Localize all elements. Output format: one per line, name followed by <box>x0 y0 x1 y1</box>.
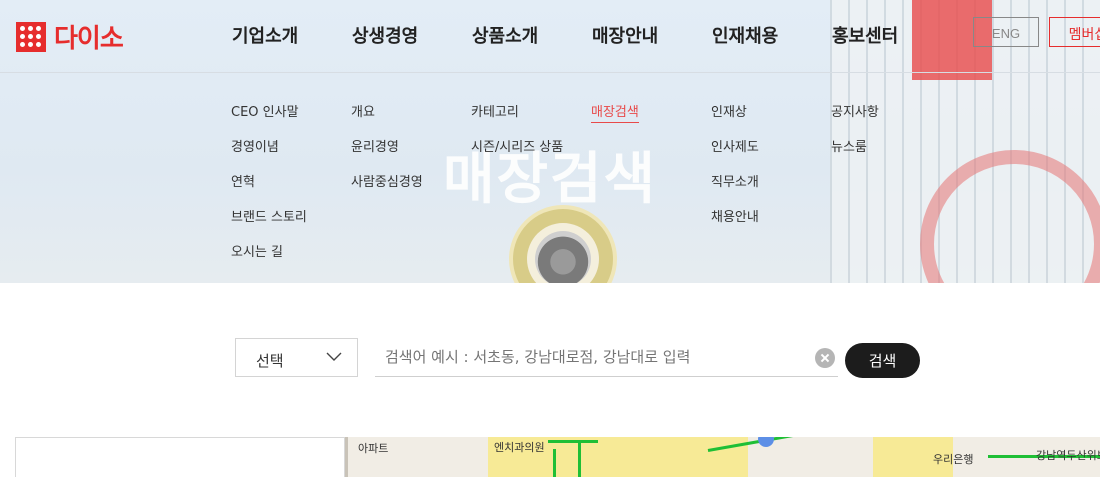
search-input[interactable] <box>375 338 838 377</box>
map-label: 엔치과의원 <box>494 441 545 454</box>
search-button[interactable]: 검색 <box>845 343 920 378</box>
membership-button[interactable]: 멤버십 <box>1049 17 1100 47</box>
submenu-item-active[interactable]: 매장검색 <box>591 101 639 123</box>
nav-item-careers[interactable]: 인재채용 <box>712 22 778 48</box>
submenu-item[interactable]: 공지사항 <box>831 101 879 120</box>
submenu-item[interactable]: 채용안내 <box>711 206 759 225</box>
submenu-item[interactable]: 직무소개 <box>711 171 759 190</box>
submenu-item[interactable]: 오시는 길 <box>231 241 283 260</box>
submenu-item[interactable]: CEO 인사말 <box>231 101 299 120</box>
site-header: 다이소 기업소개 상생경영 상품소개 매장안내 인재채용 홍보센터 ENG 멤버… <box>0 0 1100 73</box>
submenu-item[interactable]: 시즌/시리즈 상품 <box>471 136 563 155</box>
nav-item-products[interactable]: 상품소개 <box>472 22 538 48</box>
clear-icon[interactable] <box>815 348 835 368</box>
submenu-item[interactable]: 개요 <box>351 101 375 120</box>
logo-text: 다이소 <box>54 24 124 54</box>
store-list-panel <box>15 437 345 477</box>
map-label: 강남역두산위브 <box>1036 449 1100 462</box>
submenu-item[interactable]: 인재상 <box>711 101 747 120</box>
region-select[interactable]: 선택 <box>235 338 358 377</box>
map-label: 아파트 <box>358 442 389 455</box>
nav-item-pr[interactable]: 홍보센터 <box>832 22 898 48</box>
store-map[interactable]: 아파트 엔치과의원 우리은행 강남역두산위브 <box>345 437 1100 477</box>
submenu-item[interactable]: 경영이념 <box>231 136 279 155</box>
submenu-item[interactable]: 연혁 <box>231 171 255 190</box>
avatar <box>513 209 613 283</box>
logo[interactable]: 다이소 <box>16 18 124 55</box>
submenu-item[interactable]: 인사제도 <box>711 136 759 155</box>
logo-mark-icon <box>16 21 46 52</box>
submenu-item[interactable]: 사람중심경영 <box>351 171 423 190</box>
chevron-down-icon <box>326 352 342 361</box>
select-label: 선택 <box>256 352 284 370</box>
submenu-item[interactable]: 카테고리 <box>471 101 519 120</box>
submenu-item[interactable]: 브랜드 스토리 <box>231 206 307 225</box>
submenu-item[interactable]: 뉴스룸 <box>831 136 867 155</box>
submenu-item[interactable]: 윤리경영 <box>351 136 399 155</box>
nav-item-company[interactable]: 기업소개 <box>232 22 298 48</box>
nav-item-stores[interactable]: 매장안내 <box>592 22 658 48</box>
cat-avatar-icon <box>535 231 591 283</box>
map-pin-icon[interactable] <box>758 437 774 447</box>
lang-button[interactable]: ENG <box>973 17 1039 47</box>
nav-item-partnership[interactable]: 상생경영 <box>352 22 418 48</box>
